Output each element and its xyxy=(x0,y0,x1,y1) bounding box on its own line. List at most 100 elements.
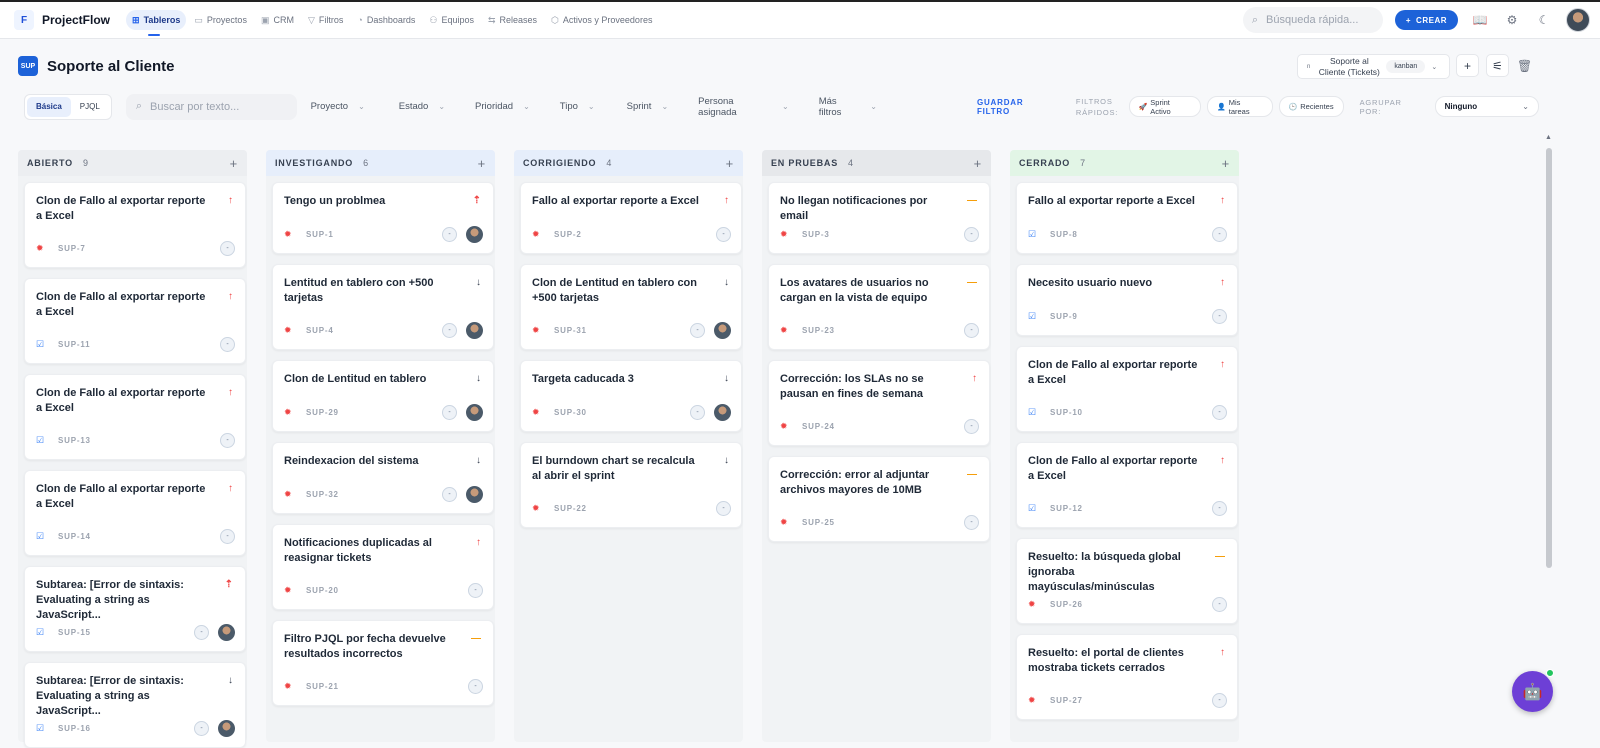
issue-card[interactable]: Fallo al exportar reporte a Excel ↑ ✹ SUP-2… xyxy=(520,182,742,254)
card-key[interactable]: SUP-23 xyxy=(802,326,835,335)
unassigned-avatar[interactable]: - xyxy=(442,487,457,502)
filter-dropdown-prioridad[interactable]: Prioridad ⌄ xyxy=(475,101,530,112)
filter-dropdown-más-filtros[interactable]: Más filtros ⌄ xyxy=(819,96,877,118)
card-key[interactable]: SUP-27 xyxy=(1050,696,1083,705)
issue-card[interactable]: Subtarea: [Error de sintaxis: Evaluating… xyxy=(24,566,246,652)
moon-icon[interactable]: ☾ xyxy=(1534,10,1554,30)
card-key[interactable]: SUP-4 xyxy=(306,326,334,335)
assignee-avatar[interactable] xyxy=(466,322,483,339)
save-filter-button[interactable]: GUARDAR FILTRO xyxy=(977,98,1059,116)
unassigned-avatar[interactable]: - xyxy=(690,323,705,338)
issue-card[interactable]: Filtro PJQL por fecha devuelve resultado… xyxy=(272,620,494,706)
issue-card[interactable]: Lentitud en tablero con +500 tarjetas ↓ ✹ S… xyxy=(272,264,494,350)
unassigned-avatar[interactable]: - xyxy=(220,433,235,448)
card-key[interactable]: SUP-31 xyxy=(554,326,587,335)
issue-card[interactable]: Fallo al exportar reporte a Excel ↑ ☑ SUP-8… xyxy=(1016,182,1238,254)
quick-filter-sprint-activo[interactable]: 🚀 Sprint Activo xyxy=(1128,96,1202,117)
card-key[interactable]: SUP-21 xyxy=(306,682,339,691)
unassigned-avatar[interactable]: - xyxy=(220,337,235,352)
add-card-icon[interactable]: + xyxy=(726,156,734,171)
unassigned-avatar[interactable]: - xyxy=(468,583,483,598)
card-key[interactable]: SUP-3 xyxy=(802,230,830,239)
issue-card[interactable]: Clon de Fallo al exportar reporte a Exce… xyxy=(24,374,246,460)
nav-item-filtros[interactable]: ▽ Filtros xyxy=(302,10,349,30)
card-key[interactable]: SUP-22 xyxy=(554,504,587,513)
card-key[interactable]: SUP-7 xyxy=(58,244,86,253)
issue-card[interactable]: Clon de Fallo al exportar reporte a Exce… xyxy=(24,182,246,268)
unassigned-avatar[interactable]: - xyxy=(1212,693,1227,708)
board-settings-button[interactable]: ⚟ xyxy=(1486,54,1509,77)
text-search-input[interactable]: ⌕ Buscar por texto... xyxy=(125,93,297,120)
group-by-select[interactable]: Ninguno ⌄ xyxy=(1434,96,1539,117)
unassigned-avatar[interactable]: - xyxy=(690,405,705,420)
app-logo[interactable]: F xyxy=(14,10,34,30)
card-key[interactable]: SUP-20 xyxy=(306,586,339,595)
card-key[interactable]: SUP-10 xyxy=(1050,408,1083,417)
unassigned-avatar[interactable]: - xyxy=(1212,597,1227,612)
issue-card[interactable]: Clon de Lentitud en tablero ↓ ✹ SUP-29 - xyxy=(272,360,494,432)
app-name[interactable]: ProjectFlow xyxy=(42,13,110,27)
unassigned-avatar[interactable]: - xyxy=(468,679,483,694)
assignee-avatar[interactable] xyxy=(466,404,483,421)
card-key[interactable]: SUP-8 xyxy=(1050,230,1078,239)
unassigned-avatar[interactable]: - xyxy=(442,405,457,420)
card-key[interactable]: SUP-15 xyxy=(58,628,91,637)
filter-dropdown-proyecto[interactable]: Proyecto ⌄ xyxy=(311,101,365,112)
nav-item-proyectos[interactable]: ▭ Proyectos xyxy=(188,10,253,30)
user-avatar[interactable] xyxy=(1566,8,1590,32)
card-key[interactable]: SUP-9 xyxy=(1050,312,1078,321)
card-key[interactable]: SUP-11 xyxy=(58,340,90,349)
card-key[interactable]: SUP-24 xyxy=(802,422,835,431)
scroll-up-icon[interactable]: ▲ xyxy=(1545,134,1552,141)
add-card-icon[interactable]: + xyxy=(478,156,486,171)
issue-card[interactable]: Targeta caducada 3 ↓ ✹ SUP-30 - xyxy=(520,360,742,432)
card-key[interactable]: SUP-26 xyxy=(1050,600,1083,609)
card-key[interactable]: SUP-12 xyxy=(1050,504,1083,513)
unassigned-avatar[interactable]: - xyxy=(716,227,731,242)
nav-item-crm[interactable]: ▣ CRM xyxy=(255,10,300,30)
nav-item-activos-y-proveedores[interactable]: ⬡ Activos y Proveedores xyxy=(545,10,658,30)
card-key[interactable]: SUP-1 xyxy=(306,230,334,239)
nav-item-equipos[interactable]: ⚇ Equipos xyxy=(423,10,480,30)
quick-search-input[interactable]: ⌕ Búsqueda rápida... xyxy=(1242,7,1383,33)
add-card-icon[interactable]: + xyxy=(974,156,982,171)
unassigned-avatar[interactable]: - xyxy=(194,721,209,736)
unassigned-avatar[interactable]: - xyxy=(1212,405,1227,420)
assignee-avatar[interactable] xyxy=(218,624,235,641)
filter-dropdown-persona-asignada[interactable]: Persona asignada ⌄ xyxy=(698,96,789,118)
assignee-avatar[interactable] xyxy=(466,226,483,243)
book-icon[interactable]: 📖 xyxy=(1470,10,1490,30)
unassigned-avatar[interactable]: - xyxy=(1212,501,1227,516)
unassigned-avatar[interactable]: - xyxy=(442,227,457,242)
unassigned-avatar[interactable]: - xyxy=(220,241,235,256)
card-key[interactable]: SUP-32 xyxy=(306,490,339,499)
create-button[interactable]: + CREAR xyxy=(1394,10,1458,30)
issue-card[interactable]: Clon de Fallo al exportar reporte a Exce… xyxy=(24,278,246,364)
issue-card[interactable]: Clon de Fallo al exportar reporte a Exce… xyxy=(1016,442,1238,528)
assignee-avatar[interactable] xyxy=(466,486,483,503)
card-key[interactable]: SUP-29 xyxy=(306,408,339,417)
issue-card[interactable]: Resuelto: el portal de clientes mostraba… xyxy=(1016,634,1238,720)
filter-dropdown-sprint[interactable]: Sprint ⌄ xyxy=(627,101,669,112)
unassigned-avatar[interactable]: - xyxy=(1212,309,1227,324)
issue-card[interactable]: Notificaciones duplicadas al reasignar t… xyxy=(272,524,494,610)
filter-dropdown-estado[interactable]: Estado ⌄ xyxy=(399,101,445,112)
issue-card[interactable]: El burndown chart se recalcula al abrir … xyxy=(520,442,742,528)
unassigned-avatar[interactable]: - xyxy=(716,501,731,516)
card-key[interactable]: SUP-30 xyxy=(554,408,587,417)
card-key[interactable]: SUP-25 xyxy=(802,518,835,527)
assignee-avatar[interactable] xyxy=(218,720,235,737)
issue-card[interactable]: Clon de Lentitud en tablero con +500 tar… xyxy=(520,264,742,350)
gear-icon[interactable]: ⚙ xyxy=(1502,10,1522,30)
unassigned-avatar[interactable]: - xyxy=(964,419,979,434)
assignee-avatar[interactable] xyxy=(714,322,731,339)
unassigned-avatar[interactable]: - xyxy=(964,227,979,242)
unassigned-avatar[interactable]: - xyxy=(194,625,209,640)
issue-card[interactable]: Resuelto: la búsqueda global ignoraba ma… xyxy=(1016,538,1238,624)
filter-dropdown-tipo[interactable]: Tipo ⌄ xyxy=(560,101,595,112)
unassigned-avatar[interactable]: - xyxy=(964,515,979,530)
add-board-button[interactable]: + xyxy=(1456,54,1479,77)
nav-item-dashboards[interactable]: ◔ Dashboards xyxy=(351,10,421,30)
issue-card[interactable]: Clon de Fallo al exportar reporte a Exce… xyxy=(1016,346,1238,432)
nav-item-tableros[interactable]: ⊞ Tableros xyxy=(126,10,187,36)
